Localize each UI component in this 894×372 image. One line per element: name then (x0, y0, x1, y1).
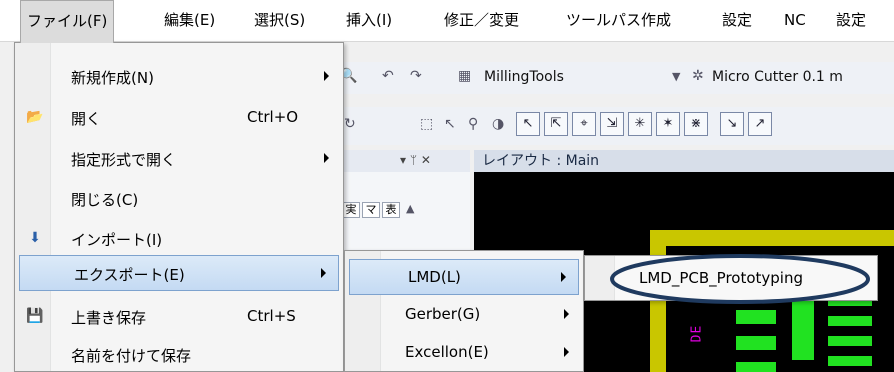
highlight-annotation (610, 254, 870, 304)
highlight-ellipse (610, 254, 870, 304)
